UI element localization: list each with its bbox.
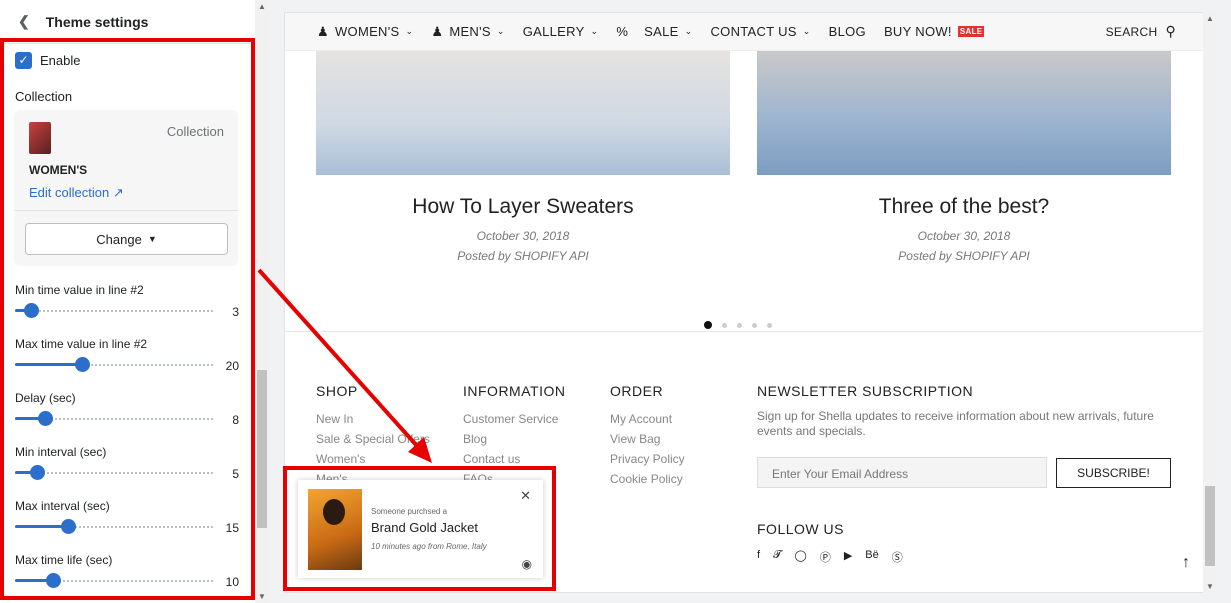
annotation-arrow <box>257 268 432 463</box>
